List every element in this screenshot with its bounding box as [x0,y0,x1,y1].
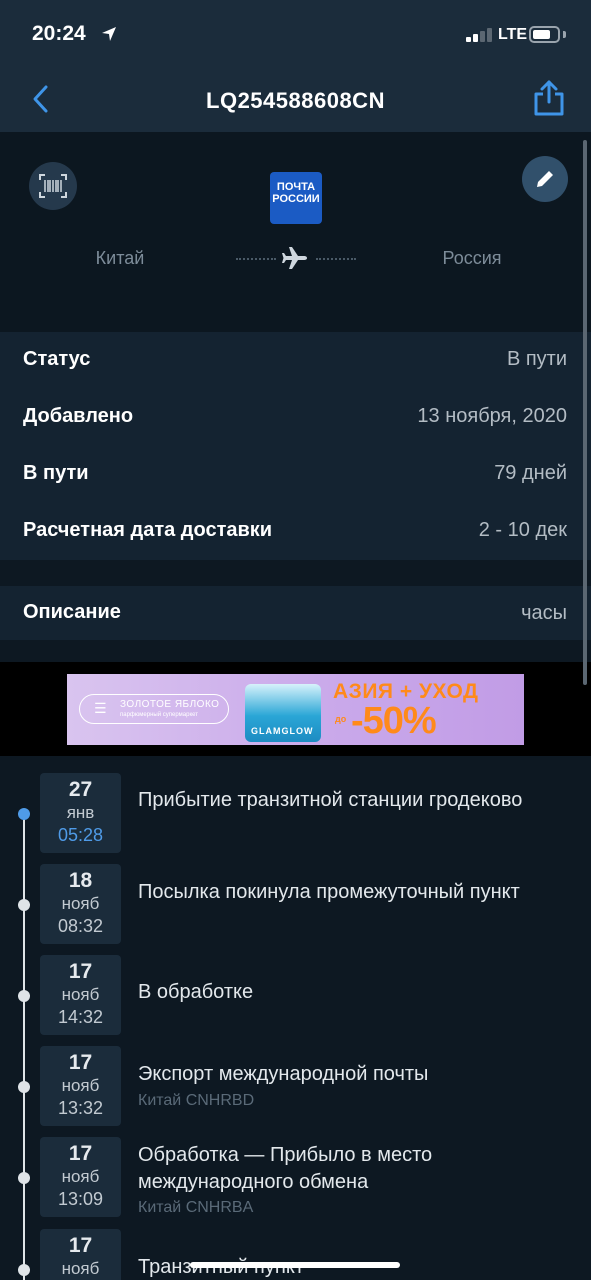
location-arrow-icon [102,27,116,41]
event-time: 14:32 [57,1007,104,1027]
event-day: 17 [68,1234,93,1257]
ad-area: ☰ ЗОЛОТОЕ ЯБЛОКО парфюмерный супермаркет… [0,662,591,756]
carrier-logo-line2: РОССИИ [272,193,320,205]
ad-brand-name: ЗОЛОТОЕ ЯБЛОКО [120,699,220,710]
tracking-number-title: LQ254588608CN [206,88,385,113]
ad-product-name: GLAMGLOW [251,726,314,736]
event-month: янв [66,803,95,822]
timeline-event: 17 нояб 13:09 Обработка — Прибыло в мест… [0,1137,591,1219]
event-title: Посылка покинула промежуточный пункт [138,881,520,903]
timeline-dot [18,899,30,911]
event-month: нояб [61,1167,100,1186]
event-date: 17 нояб 13:32 [40,1046,121,1126]
ad-discount: -50% [351,700,437,742]
origin-country: Китай [95,248,145,268]
info-value: 79 дней [494,462,567,484]
ad-banner[interactable]: ☰ ЗОЛОТОЕ ЯБЛОКО парфюмерный супермаркет… [67,674,524,745]
edit-button[interactable] [522,156,568,202]
info-label: Статус [23,348,91,370]
tracking-timeline: 27 янв 05:28 Прибытие транзитной станции… [0,756,591,1280]
event-title: Обработка — Прибыло в место международно… [138,1144,433,1193]
event-location: Китай CNHRBD [138,1092,255,1109]
event-day: 27 [68,778,93,801]
event-day: 18 [68,869,93,892]
description-label: Описание [23,601,121,623]
destination-country: Россия [442,248,502,268]
info-label: Добавлено [23,405,134,427]
timeline-dot [18,1081,30,1093]
status-bar: 20:24 LTE [0,0,591,64]
timeline-event: 27 янв 05:28 Прибытие транзитной станции… [0,773,591,855]
timeline-dot [18,1172,30,1184]
timeline-event: 17 нояб 14:32 В обработке [0,955,591,1037]
event-month: нояб [61,985,100,1004]
timeline-dot [18,990,30,1002]
barcode-icon [39,174,67,198]
route-dots-left [236,258,276,260]
brand-logo-icon: ☰ [94,700,107,716]
event-month: нояб [61,894,100,913]
route-header: ПОЧТА РОССИИ Китай Россия [0,132,591,332]
event-date: 17 нояб 13:09 [40,1137,121,1217]
event-title: Прибытие транзитной станции гродеково [138,789,523,811]
event-location: Китай CNHRBA [138,1199,254,1216]
ad-brand-subtitle: парфюмерный супермаркет [120,712,199,718]
event-title: Экспорт международной почты [138,1063,429,1085]
nav-bar: LQ254588608CN [0,64,591,132]
timeline-event: 17 нояб 13:32 Экспорт международной почт… [0,1046,591,1128]
event-day: 17 [68,1051,93,1074]
parcel-info-card: Статус В пути Добавлено 13 ноября, 2020 … [0,332,591,560]
event-day: 17 [68,960,93,983]
ad-brand-badge: ☰ ЗОЛОТОЕ ЯБЛОКО парфюмерный супермаркет [79,694,229,724]
event-time: 05:28 [57,825,104,845]
info-value: 13 ноября, 2020 [417,405,567,427]
info-row-status: Статус В пути [0,332,591,389]
event-date: 27 янв 05:28 [40,773,121,853]
info-value: 2 - 10 дек [478,519,567,541]
info-value: В пути [506,348,567,370]
event-time: 13:09 [57,1189,104,1209]
event-date: 17 нояб 14:32 [40,955,121,1035]
pencil-icon [537,171,553,187]
event-day: 17 [68,1142,93,1165]
timeline-dot-active [18,808,30,820]
event-date: 18 нояб 08:32 [40,864,121,944]
info-label: Расчетная дата доставки [23,519,273,541]
airplane-icon [282,247,307,269]
timeline-dot [18,1264,30,1276]
signal-icon [466,26,494,42]
info-row-in-transit: В пути 79 дней [0,446,591,503]
description-value: часы [521,602,567,624]
ad-prefix: до [335,714,347,724]
event-title: В обработке [138,981,254,1003]
event-month: нояб [61,1076,100,1095]
barcode-scan-button[interactable] [29,162,77,210]
share-icon[interactable] [530,78,568,118]
status-time: 20:24 [32,22,86,45]
event-time: 13:32 [57,1098,104,1118]
event-time: 08:32 [57,916,104,936]
info-row-eta: Расчетная дата доставки 2 - 10 дек [0,503,591,560]
scroll-indicator [583,140,587,685]
timeline-event: 17 нояб Транзитный пункт [0,1229,591,1280]
network-label: LTE [498,26,528,43]
event-month: нояб [61,1259,100,1278]
description-row[interactable]: Описание часы [0,586,591,640]
carrier-logo-line1: ПОЧТА [276,181,316,193]
event-date: 17 нояб [40,1229,121,1280]
info-row-added: Добавлено 13 ноября, 2020 [0,389,591,446]
carrier-logo: ПОЧТА РОССИИ [270,172,322,224]
route-dots-right [316,258,356,260]
battery-tip [563,31,566,38]
info-label: В пути [23,462,89,484]
home-indicator[interactable] [190,1262,400,1268]
timeline-event: 18 нояб 08:32 Посылка покинула промежуто… [0,864,591,946]
battery-icon [529,26,560,43]
